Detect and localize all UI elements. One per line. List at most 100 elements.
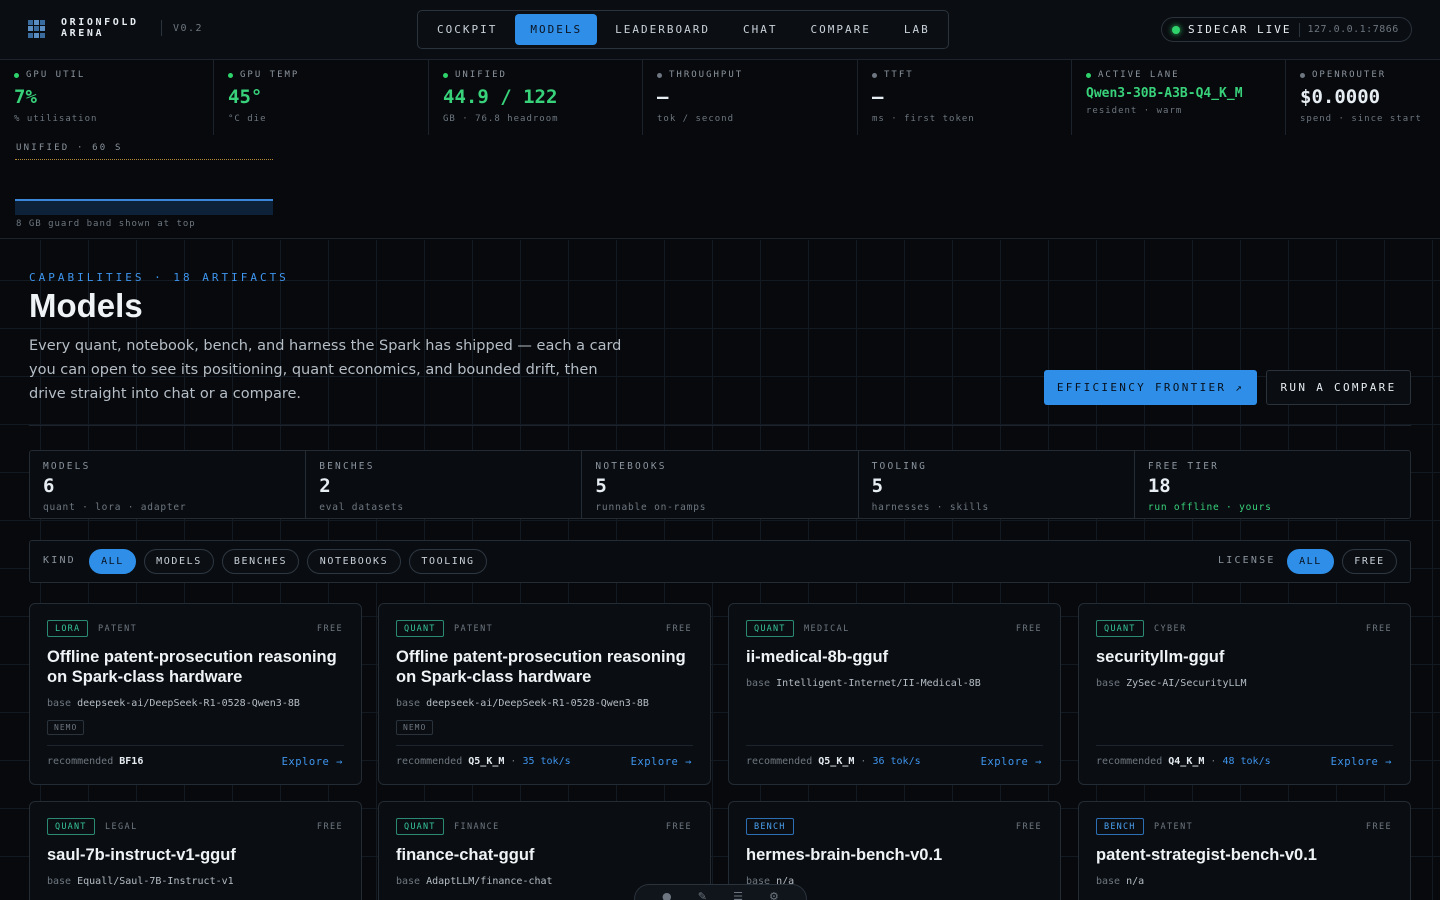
metric-active-lane: ACTIVE LANE Qwen3-30B-A3B-Q4_K_M residen… xyxy=(1072,60,1286,135)
kind-chip-all[interactable]: ALL xyxy=(89,549,136,574)
kind-chip-tooling[interactable]: TOOLING xyxy=(409,549,487,574)
card-title: saul-7b-instruct-v1-gguf xyxy=(47,846,236,864)
tab-leaderboard[interactable]: LEADERBOARD xyxy=(600,14,725,45)
stat-notebooks: NOTEBOOKS 5 runnable on-ramps xyxy=(582,451,859,518)
status-dot-icon xyxy=(872,72,877,78)
framework-badge: NEMO xyxy=(47,720,85,735)
artifact-card[interactable]: BENCH PATENT FREE patent-strategist-benc… xyxy=(1078,801,1411,900)
license-label: FREE xyxy=(316,822,343,832)
recommended-quant: recommended BF16 xyxy=(47,756,144,767)
recommended-quant: recommended Q5_K_M · 36 tok/s xyxy=(746,756,921,767)
metric-value: 45° xyxy=(228,86,263,108)
license-chip-all[interactable]: ALL xyxy=(1287,549,1334,574)
base-model: base ZySec-AI/SecurityLLM xyxy=(1096,678,1247,689)
explore-link[interactable]: Explore → xyxy=(631,756,692,768)
base-model: base Equall/Saul-7B-Instruct-v1 xyxy=(47,876,234,887)
unified-memory-chart: UNIFIED · 60 S 8 GB guard band shown at … xyxy=(0,135,1440,239)
artifact-card[interactable]: QUANT LEGAL FREE saul-7b-instruct-v1-ggu… xyxy=(29,801,362,900)
tab-chat[interactable]: CHAT xyxy=(728,14,793,45)
base-model: base Intelligent-Internet/II-Medical-8B xyxy=(746,678,981,689)
domain-label: PATENT xyxy=(98,624,138,634)
page-title: Models xyxy=(29,287,143,324)
kind-chip-benches[interactable]: BENCHES xyxy=(222,549,299,574)
license-filter-label: LICENSE xyxy=(1218,555,1276,566)
artifact-card[interactable]: LORA PATENT FREE Offline patent-prosecut… xyxy=(29,603,362,785)
framework-badge: NEMO xyxy=(396,720,434,735)
metric-sub: ms · first token xyxy=(872,114,975,124)
brush-icon[interactable]: ✎ xyxy=(698,891,707,900)
kind-tag: QUANT xyxy=(1096,620,1144,637)
tab-models[interactable]: MODELS xyxy=(515,14,598,45)
divider xyxy=(29,425,1411,426)
card-title: finance-chat-gguf xyxy=(396,846,535,864)
base-model: base deepseek-ai/DeepSeek-R1-0528-Qwen3-… xyxy=(47,698,300,709)
card-title: ii-medical-8b-gguf xyxy=(746,648,889,666)
explore-link[interactable]: Explore → xyxy=(282,756,343,768)
run-compare-button[interactable]: RUN A COMPARE xyxy=(1266,370,1411,405)
version-label: V0.2 xyxy=(173,23,204,34)
brand-divider xyxy=(161,20,162,36)
metric-sub: spend · since start xyxy=(1300,114,1422,124)
metric-openrouter: OPENROUTER $0.0000 spend · since start xyxy=(1286,60,1440,135)
stat-benches: BENCHES 2 eval datasets xyxy=(306,451,583,518)
license-label: FREE xyxy=(1365,624,1392,634)
domain-label: MEDICAL xyxy=(804,624,850,634)
sidecar-status[interactable]: SIDECAR LIVE 127.0.0.1:7866 xyxy=(1161,17,1412,42)
artifact-card[interactable]: QUANT PATENT FREE Offline patent-prosecu… xyxy=(378,603,711,785)
domain-label: FINANCE xyxy=(454,822,500,832)
stat-models: MODELS 6 quant · lora · adapter xyxy=(30,451,307,518)
metric-sub: GB · 76.8 headroom xyxy=(443,114,559,124)
domain-label: PATENT xyxy=(454,624,494,634)
logo-icon xyxy=(28,20,46,38)
card-title: Offline patent-prosecution reasoning on … xyxy=(47,648,337,686)
artifact-card[interactable]: QUANT MEDICAL FREE ii-medical-8b-gguf ba… xyxy=(728,603,1061,785)
license-label: FREE xyxy=(316,624,343,634)
metric-value: — xyxy=(872,86,884,108)
kind-tag: QUANT xyxy=(396,620,444,637)
sidecar-status-label: SIDECAR LIVE xyxy=(1188,23,1292,36)
chart-note: 8 GB guard band shown at top xyxy=(16,219,196,229)
kind-chip-models[interactable]: MODELS xyxy=(144,549,214,574)
menu-icon[interactable]: ☰ xyxy=(733,891,743,900)
tab-compare[interactable]: COMPARE xyxy=(795,14,885,45)
base-model: base deepseek-ai/DeepSeek-R1-0528-Qwen3-… xyxy=(396,698,649,709)
domain-label: PATENT xyxy=(1154,822,1194,832)
kind-chip-notebooks[interactable]: NOTEBOOKS xyxy=(307,549,401,574)
top-bar: ORIONFOLD ARENA V0.2 COCKPIT MODELS LEAD… xyxy=(0,0,1440,60)
metrics-strip: GPU UTIL 7% % utilisation GPU TEMP 45° °… xyxy=(0,60,1440,135)
card-title: hermes-brain-bench-v0.1 xyxy=(746,846,943,864)
page-description: Every quant, notebook, bench, and harnes… xyxy=(29,338,622,402)
tab-cockpit[interactable]: COCKPIT xyxy=(422,14,512,45)
domain-label: CYBER xyxy=(1154,624,1187,634)
floating-dock: ● ✎ ☰ ⚙ xyxy=(634,884,807,900)
status-dot-icon xyxy=(228,72,233,78)
gear-icon[interactable]: ⚙ xyxy=(769,891,779,900)
person-icon[interactable]: ● xyxy=(662,891,672,900)
license-label: FREE xyxy=(665,624,692,634)
license-chip-free[interactable]: FREE xyxy=(1342,549,1397,574)
page-eyebrow: CAPABILITIES · 18 ARTIFACTS xyxy=(29,271,289,284)
status-dot-icon xyxy=(14,72,19,78)
explore-link[interactable]: Explore → xyxy=(981,756,1042,768)
kind-tag: QUANT xyxy=(746,620,794,637)
metric-throughput: THROUGHPUT — tok / second xyxy=(643,60,858,135)
efficiency-frontier-button[interactable]: EFFICIENCY FRONTIER ↗ xyxy=(1044,370,1257,405)
card-title: Offline patent-prosecution reasoning on … xyxy=(396,648,686,686)
status-dot-icon xyxy=(1300,72,1305,78)
artifact-card[interactable]: QUANT CYBER FREE securityllm-gguf base Z… xyxy=(1078,603,1411,785)
metric-sub: % utilisation xyxy=(14,114,98,124)
kind-tag: BENCH xyxy=(1096,818,1144,835)
stat-tooling: TOOLING 5 harnesses · skills xyxy=(859,451,1135,518)
metric-value: — xyxy=(657,86,669,108)
metric-unified: UNIFIED 44.9 / 122 GB · 76.8 headroom xyxy=(429,60,643,135)
domain-label: LEGAL xyxy=(105,822,138,832)
explore-link[interactable]: Explore → xyxy=(1331,756,1392,768)
tab-lab[interactable]: LAB xyxy=(889,14,945,45)
kind-tag: BENCH xyxy=(746,818,794,835)
status-dot-icon xyxy=(443,72,448,78)
license-label: FREE xyxy=(1015,624,1042,634)
kind-filter-label: KIND xyxy=(43,555,76,566)
recommended-quant: recommended Q4_K_M · 48 tok/s xyxy=(1096,756,1271,767)
metric-gpu-temp: GPU TEMP 45° °C die xyxy=(214,60,429,135)
metric-ttft: TTFT — ms · first token xyxy=(858,60,1072,135)
